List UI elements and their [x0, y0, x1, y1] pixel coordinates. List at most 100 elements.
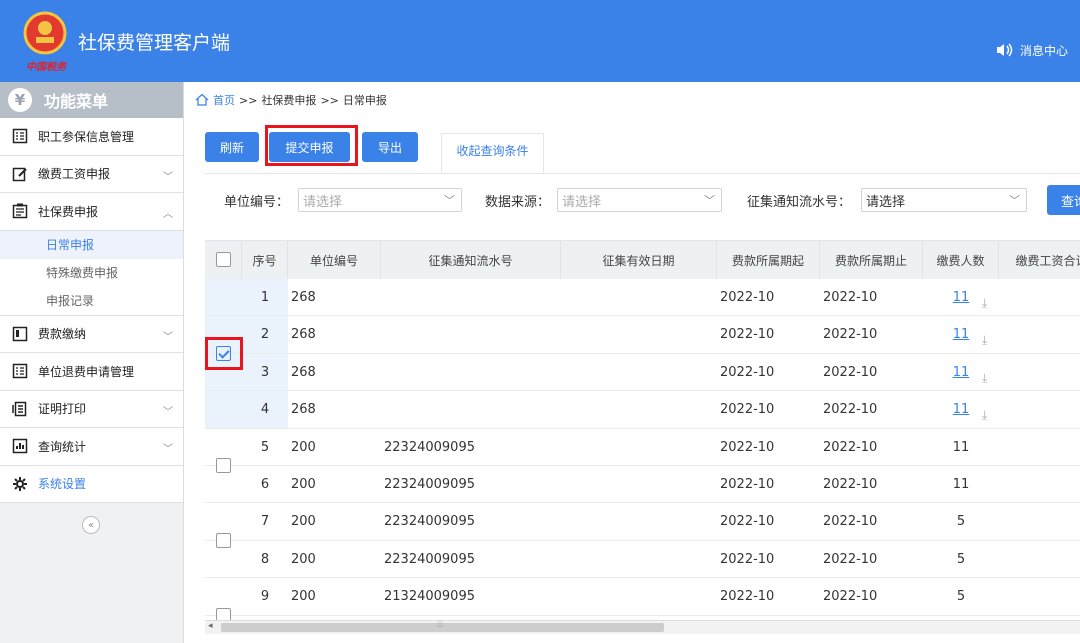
col-header-index[interactable]: 序号 [242, 241, 288, 279]
row-group-checkbox[interactable] [216, 532, 231, 548]
cell-period-end: 2022-10 [823, 439, 878, 455]
export-button[interactable]: 导出 [362, 132, 418, 162]
table-row[interactable]: 6 200 22324009095 2022-10 2022-10 11 [205, 466, 1080, 504]
cell-payer-count: 11 [923, 466, 999, 503]
cell-payer-count[interactable]: 11 [923, 316, 999, 353]
refresh-button[interactable]: 刷新 [205, 132, 259, 162]
collapse-sidebar-button[interactable]: « [82, 516, 100, 534]
cell-payer-count: 5 [923, 541, 999, 578]
table-row[interactable]: 5 200 22324009095 2022-10 2022-10 11 [205, 429, 1080, 466]
cell-index: 9 [260, 589, 270, 605]
sidebar-item-system-settings[interactable]: 系统设置 [0, 465, 183, 503]
col-header-unit-code[interactable]: 单位编号 [288, 241, 381, 279]
cell-payer-count[interactable]: 11 [923, 279, 999, 316]
data-source-select[interactable]: 请选择 ﹀ [557, 188, 722, 212]
download-icon[interactable]: ⤓ [982, 296, 987, 311]
stats-icon [12, 439, 28, 454]
cell-serial-number [384, 391, 561, 428]
row-group-checkbox[interactable] [216, 607, 231, 620]
serial-number-label: 征集通知流水号： [747, 195, 852, 210]
breadcrumb: 首页 >> 社保费申报 >> 日常申报 [195, 92, 387, 108]
cell-valid-date [564, 578, 717, 615]
payer-count-link[interactable]: 11 [953, 290, 970, 305]
unit-code-select[interactable]: 请选择 ﹀ [298, 188, 462, 212]
query-button[interactable]: 查询 [1047, 185, 1080, 215]
select-all-cell [205, 241, 242, 279]
col-header-serial-number[interactable]: 征集通知流水号 [381, 241, 561, 279]
cell-period-end: 2022-10 [823, 290, 878, 305]
sidebar-item-social-security-declaration[interactable]: 社保费申报 ︿ [0, 193, 183, 231]
col-header-payer-count[interactable]: 缴费人数 [923, 241, 999, 279]
payer-count-link[interactable]: 11 [953, 402, 970, 417]
table-row[interactable]: 2 268 2022-10 2022-10 11 ⤓ [205, 316, 1080, 354]
logo-subtitle: 中国税务 [26, 62, 66, 73]
scroll-grip-icon: ⦙⦙⦙ [437, 620, 444, 630]
cell-period-end: 2022-10 [823, 327, 878, 343]
checkbox-highlight-box [205, 336, 243, 370]
cell-valid-date [564, 279, 717, 316]
table-row[interactable]: 9 200 21324009095 2022-10 2022-10 5 [205, 578, 1080, 616]
serial-number-select[interactable]: 请选择 ﹀ [861, 188, 1027, 212]
sidebar-item-certificate-print[interactable]: 证明打印 ﹀ [0, 390, 183, 428]
cell-index: 2 [260, 327, 270, 343]
sidebar-item-label: 证明打印 [38, 402, 87, 417]
payer-count-link[interactable]: 11 [953, 365, 970, 380]
sidebar: ¥ 功能菜单 职工参保信息管理 缴费工资申报 ﹀ 社保费申报 ︿ 日常申报 特殊… [0, 82, 184, 643]
cell-period-end: 2022-10 [823, 402, 878, 418]
col-header-period-start[interactable]: 费款所属期起 [717, 241, 820, 279]
col-header-valid-date[interactable]: 征集有效日期 [561, 241, 717, 279]
download-icon[interactable]: ⤓ [982, 333, 987, 348]
cell-valid-date [564, 503, 717, 540]
submit-declaration-button[interactable]: 提交申报 [269, 132, 350, 162]
table-row[interactable]: 4 268 2022-10 2022-10 11 ⤓ [205, 391, 1080, 429]
cell-period-start: 2022-10 [720, 477, 775, 492]
submenu-item-declaration-records[interactable]: 申报记录 [0, 287, 183, 315]
download-icon[interactable]: ⤓ [982, 371, 987, 386]
sidebar-item-fee-payment[interactable]: 费款缴纳 ﹀ [0, 315, 183, 353]
horizontal-scrollbar[interactable]: ◂ ⦙⦙⦙ [205, 620, 1080, 634]
cell-valid-date [564, 316, 717, 353]
cell-serial-number [384, 316, 561, 353]
row-group-checkbox[interactable] [216, 458, 231, 473]
gear-icon [13, 476, 27, 491]
cell-period-start: 2022-10 [720, 327, 775, 343]
sidebar-item-refund-management[interactable]: 单位退费申请管理 [0, 353, 183, 391]
sidebar-item-query-stats[interactable]: 查询统计 ﹀ [0, 428, 183, 466]
payer-count-link[interactable]: 11 [953, 327, 970, 342]
cell-payer-count: 5 [923, 503, 999, 540]
scroll-left-arrow-icon[interactable]: ◂ [208, 621, 213, 631]
col-header-period-end[interactable]: 费款所属期止 [820, 241, 923, 279]
cell-period-start: 2022-10 [720, 514, 775, 530]
data-source-placeholder: 请选择 [562, 194, 602, 210]
print-icon [12, 401, 27, 416]
cell-payer-count[interactable]: 11 [923, 391, 999, 428]
sidebar-item-wage-declaration[interactable]: 缴费工资申报 ﹀ [0, 155, 183, 193]
serial-number-value: 请选择 [866, 194, 906, 210]
cell-index: 6 [260, 477, 270, 492]
message-center-link[interactable]: 消息中心 [994, 41, 1068, 59]
cell-unit-code: 268 [291, 327, 316, 343]
submenu-item-daily-declaration[interactable]: 日常申报 [0, 230, 183, 259]
toggle-query-conditions-tab[interactable]: 收起查询条件 [441, 133, 544, 173]
col-header-wage-total[interactable]: 缴费工资合计 [999, 241, 1080, 279]
table-row[interactable]: 3 268 2022-10 2022-10 11 ⤓ [205, 354, 1080, 392]
cell-valid-date [564, 466, 717, 503]
table-row[interactable]: 1 268 2022-10 2022-10 11 ⤓ [205, 279, 1080, 317]
cell-period-start: 2022-10 [720, 439, 775, 455]
select-all-checkbox[interactable] [216, 252, 231, 267]
unit-code-placeholder: 请选择 [303, 194, 343, 210]
sidebar-item-staff-insurance[interactable]: 职工参保信息管理 [0, 118, 183, 156]
home-icon[interactable] [195, 93, 209, 107]
cell-payer-count[interactable]: 11 [923, 354, 999, 391]
chevron-down-icon: ﹀ [444, 194, 455, 207]
submenu-item-special-payment[interactable]: 特殊缴费申报 [0, 259, 183, 287]
table-row[interactable]: 7 200 22324009095 2022-10 2022-10 5 [205, 503, 1080, 541]
cell-index: 1 [260, 290, 270, 305]
cell-period-end: 2022-10 [823, 364, 878, 380]
cell-period-start: 2022-10 [720, 290, 775, 305]
download-icon[interactable]: ⤓ [982, 408, 987, 423]
breadcrumb-home[interactable]: 首页 [213, 92, 235, 108]
sidebar-item-label: 职工参保信息管理 [38, 129, 135, 144]
sidebar-item-label: 缴费工资申报 [38, 167, 111, 182]
table-row[interactable]: 8 200 22324009095 2022-10 2022-10 5 [205, 541, 1080, 579]
